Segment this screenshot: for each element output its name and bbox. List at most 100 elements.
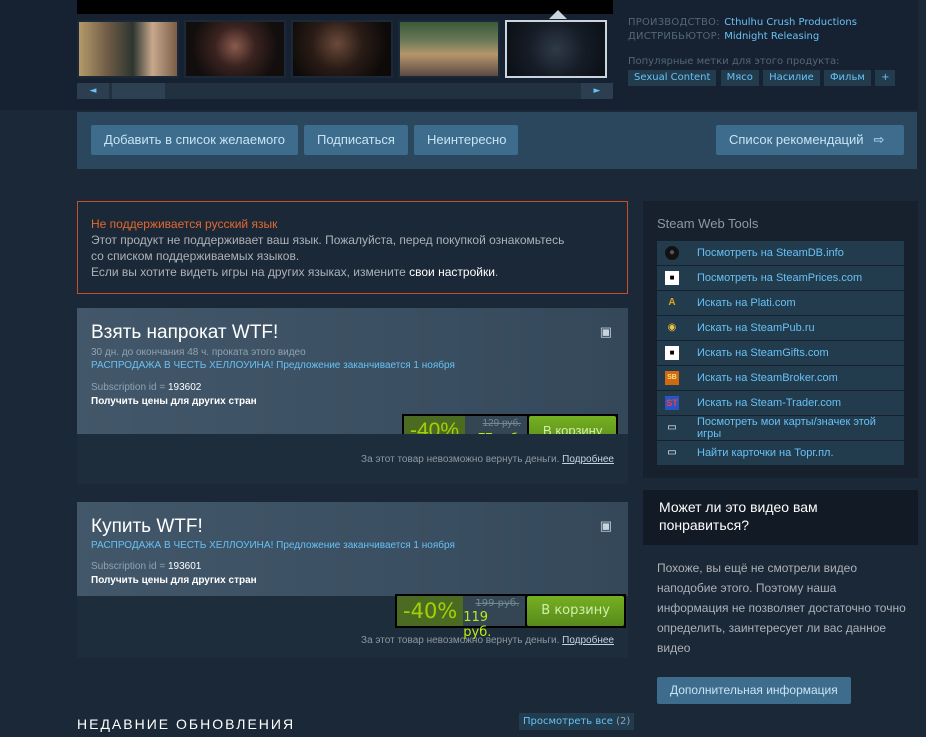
- buy-prices: 199 руб. 119 руб.: [463, 596, 526, 640]
- buy-purchase-box: Купить WTF! ▣ РАСПРОДАЖА В ЧЕСТЬ ХЕЛЛОУИ…: [77, 502, 628, 596]
- swt-steamdb-link[interactable]: ● Посмотреть на SteamDB.info: [657, 241, 904, 265]
- buy-other-prices-link[interactable]: Получить цены для других стран: [91, 575, 257, 586]
- strip-scrollbar[interactable]: ◄ ►: [77, 83, 613, 99]
- buy-discount-badge: -40%: [397, 596, 464, 626]
- swt-steamgifts-link[interactable]: ■ Искать на SteamGifts.com: [657, 341, 904, 365]
- refund-text: За этот товар невозможно вернуть деньги.: [361, 454, 563, 465]
- scroll-right-arrow-icon[interactable]: ►: [581, 83, 613, 99]
- recent-updates-heading: НЕДАВНИЕ ОБНОВЛЕНИЯ: [77, 716, 296, 732]
- swt-plati-link[interactable]: A Искать на Plati.com: [657, 291, 904, 315]
- product-meta: ПРОИЗВОДСТВО: Cthulhu Crush Productions …: [628, 16, 918, 86]
- buy-add-to-cart-button[interactable]: В корзину: [527, 596, 624, 626]
- rent-subscription-id: Subscription id = 193602: [91, 382, 201, 393]
- swt-steambroker-link[interactable]: SB Искать на SteamBroker.com: [657, 366, 904, 390]
- publisher-link[interactable]: Midnight Releasing: [724, 31, 819, 42]
- recommendation-title: Может ли это видео вам понравиться?: [643, 490, 918, 545]
- cards-icon: ▭: [667, 422, 677, 433]
- swt-torg-cards-link[interactable]: ▭ Найти карточки на Торг.пл.: [657, 441, 904, 465]
- screenshot-thumb-4[interactable]: [398, 20, 500, 78]
- swt-item-label: Искать на Plati.com: [697, 297, 796, 309]
- steamgifts-icon: ■: [665, 346, 679, 360]
- refund-text: За этот товар невозможно вернуть деньги.: [361, 635, 563, 646]
- more-info-button[interactable]: Дополнительная информация: [657, 677, 851, 704]
- refund-more-link[interactable]: Подробнее: [562, 635, 614, 646]
- swt-item-label: Посмотреть на SteamPrices.com: [697, 272, 863, 284]
- swt-steampub-link[interactable]: ◉ Искать на SteamPub.ru: [657, 316, 904, 340]
- cards-icon: ▭: [667, 447, 677, 458]
- buy-promo: РАСПРОДАЖА В ЧЕСТЬ ХЕЛЛОУИНА! Предложени…: [91, 540, 455, 551]
- buy-refund-note: За этот товар невозможно вернуть деньги.…: [77, 635, 614, 646]
- steam-web-tools-list: ● Посмотреть на SteamDB.info ■ Посмотрет…: [657, 241, 904, 466]
- tags-label: Популярные метки для этого продукта:: [628, 56, 840, 67]
- language-warning-line-2: со списком поддерживаемых языков.: [91, 249, 300, 263]
- recommendation-panel: Может ли это видео вам понравиться? Похо…: [643, 490, 918, 720]
- screenshot-thumb-3[interactable]: [291, 20, 393, 78]
- view-all-count: (2): [616, 716, 631, 727]
- steam-web-tools-title: Steam Web Tools: [657, 216, 759, 231]
- rent-purchase-box: Взять напрокат WTF! ▣ 30 дн. до окончани…: [77, 308, 628, 448]
- view-all-label: Просмотреть все: [523, 716, 617, 727]
- screenshot-thumb-5[interactable]: [505, 20, 607, 78]
- swt-item-label: Искать на Steam-Trader.com: [697, 397, 842, 409]
- tag-gore[interactable]: Мясо: [720, 70, 759, 86]
- swt-item-label: Искать на SteamBroker.com: [697, 372, 838, 384]
- screenshot-thumb-2[interactable]: [184, 20, 286, 78]
- discovery-queue-button[interactable]: Список рекомендаций ⇨: [716, 125, 904, 155]
- swt-steamprices-link[interactable]: ■ Посмотреть на SteamPrices.com: [657, 266, 904, 290]
- subscription-id-label: Subscription id =: [91, 382, 168, 393]
- rent-original-price: 129 руб.: [482, 418, 522, 429]
- refund-more-link[interactable]: Подробнее: [562, 454, 614, 465]
- view-all-updates-button[interactable]: Просмотреть все (2): [519, 713, 635, 730]
- ignore-button[interactable]: Неинтересно: [414, 125, 518, 155]
- subscription-id-value: 193601: [168, 561, 202, 572]
- rent-title: Взять напрокат WTF!: [91, 322, 279, 343]
- recommendation-text: Похоже, вы ещё не смотрели видео наподоб…: [657, 561, 906, 655]
- tag-movie[interactable]: Фильм: [823, 70, 871, 86]
- swt-my-cards-link[interactable]: ▭ Посмотреть мои карты/значек этой игры: [657, 416, 904, 440]
- steamdb-icon: ●: [665, 246, 679, 260]
- media-header-area: ◄ ► ПРОИЗВОДСТВО: Cthulhu Crush Producti…: [0, 0, 926, 110]
- steamtrader-icon: ST: [665, 396, 679, 410]
- subscription-id-label: Subscription id =: [91, 561, 168, 572]
- language-warning: Не поддерживается русский язык Этот прод…: [77, 201, 628, 294]
- queue-action-bar: Добавить в список желаемого Подписаться …: [77, 112, 917, 169]
- steambroker-icon: SB: [665, 371, 679, 385]
- film-icon: ▣: [599, 324, 612, 339]
- video-player[interactable]: [77, 0, 613, 14]
- language-warning-line-3: Если вы хотите видеть игры на других язы…: [91, 264, 614, 280]
- buy-original-price: 199 руб.: [475, 598, 520, 609]
- swt-steamtrader-link[interactable]: ST Искать на Steam-Trader.com: [657, 391, 904, 415]
- buy-title: Купить WTF!: [91, 516, 203, 537]
- language-settings-link[interactable]: свои настройки: [409, 265, 495, 279]
- film-icon: ▣: [599, 518, 612, 533]
- rent-refund-note: За этот товар невозможно вернуть деньги.…: [77, 454, 614, 465]
- add-to-wishlist-button[interactable]: Добавить в список желаемого: [91, 125, 298, 155]
- language-warning-period: .: [494, 265, 499, 279]
- scrollbar-handle[interactable]: [112, 83, 165, 99]
- scroll-left-arrow-icon[interactable]: ◄: [77, 83, 109, 99]
- screenshot-strip: [77, 20, 613, 78]
- swt-item-label: Найти карточки на Торг.пл.: [697, 447, 834, 459]
- language-warning-line-1: Этот продукт не поддерживает ваш язык. П…: [91, 233, 565, 247]
- rent-other-prices-link[interactable]: Получить цены для других стран: [91, 396, 257, 407]
- developer-link[interactable]: Cthulhu Crush Productions: [724, 17, 857, 28]
- steampub-icon: ◉: [667, 322, 677, 333]
- publisher-label: ДИСТРИБЬЮТОР:: [628, 31, 721, 42]
- follow-button[interactable]: Подписаться: [304, 125, 408, 155]
- page-right-edge: [918, 0, 926, 737]
- tag-more-button[interactable]: +: [875, 70, 896, 86]
- rent-promo: РАСПРОДАЖА В ЧЕСТЬ ХЕЛЛОУИНА! Предложени…: [91, 360, 455, 371]
- swt-item-label: Искать на SteamPub.ru: [697, 322, 815, 334]
- developer-label: ПРОИЗВОДСТВО:: [628, 17, 720, 28]
- swt-item-label: Искать на SteamGifts.com: [697, 347, 829, 359]
- tag-list: Sexual Content Мясо Насилие Фильм +: [628, 70, 918, 86]
- swt-item-label: Посмотреть мои карты/значек этой игры: [697, 416, 876, 440]
- tag-sexual-content[interactable]: Sexual Content: [628, 70, 717, 86]
- screenshot-thumb-1[interactable]: [77, 20, 179, 78]
- arrow-right-icon: ⇨: [873, 132, 885, 147]
- swt-item-label: Посмотреть на SteamDB.info: [697, 247, 844, 259]
- plati-icon: A: [668, 297, 676, 308]
- selected-thumb-indicator: [549, 10, 567, 19]
- tag-violence[interactable]: Насилие: [763, 70, 820, 86]
- buy-price-block: -40% 199 руб. 119 руб. В корзину: [395, 594, 626, 640]
